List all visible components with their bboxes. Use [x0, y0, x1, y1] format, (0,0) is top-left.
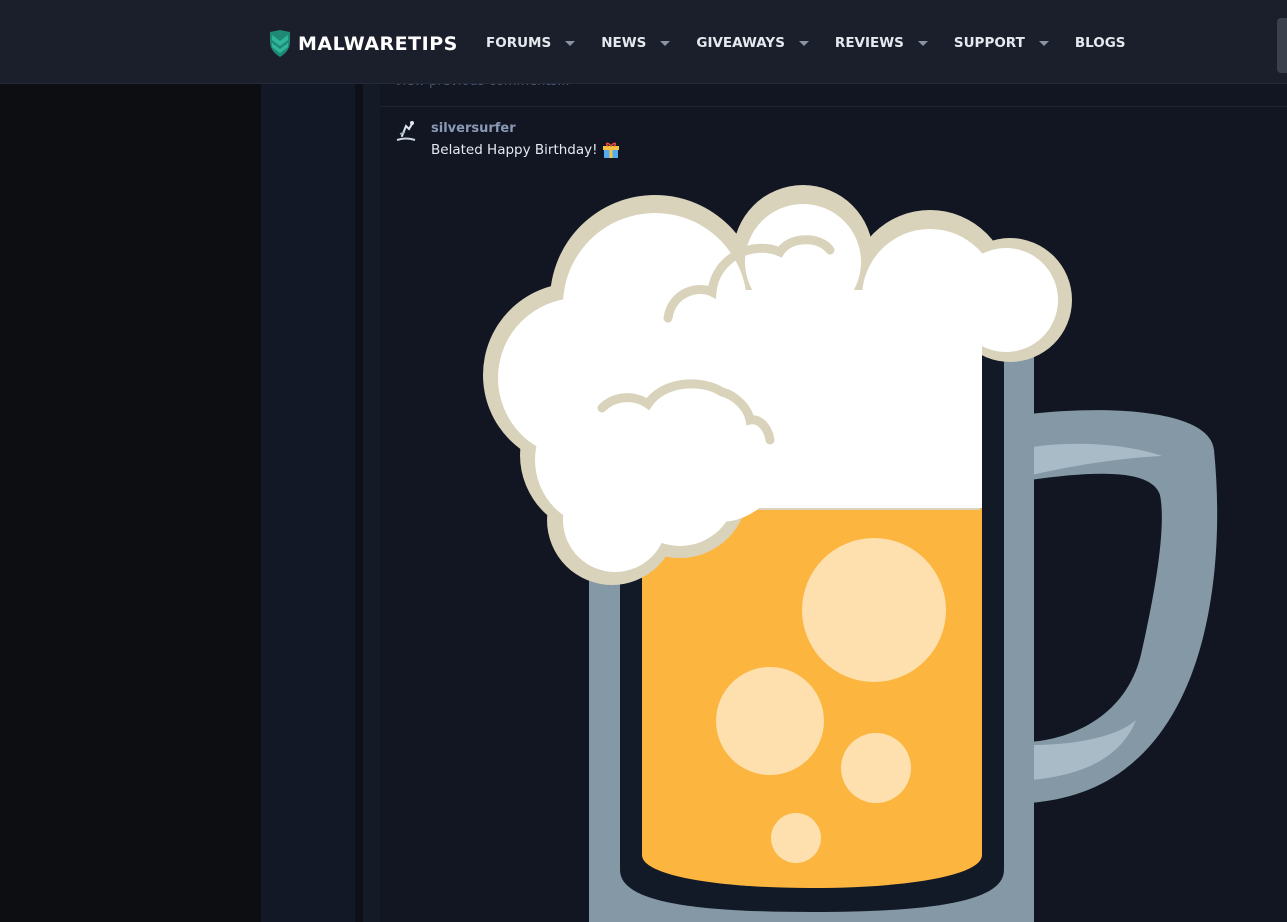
comment-body: Belated Happy Birthday!	[431, 141, 620, 158]
chevron-down-icon[interactable]	[660, 40, 671, 46]
nav-news[interactable]: NEWS	[601, 35, 671, 51]
chevron-down-icon[interactable]	[1038, 40, 1049, 46]
left-background	[0, 0, 261, 922]
gift-icon	[602, 142, 619, 158]
nav-giveaways[interactable]: GIVEAWAYS	[696, 35, 809, 51]
nav-blogs-label: BLOGS	[1074, 35, 1126, 51]
brand-name: MALWARETIPS	[298, 32, 458, 55]
column-divider	[355, 0, 363, 922]
site-header: MALWARETIPS FORUMS NEWS GIVEAWAYS REVIEW…	[0, 0, 1287, 84]
page: View previous comments... silversurfer B…	[0, 0, 1287, 922]
nav-forums[interactable]: FORUMS	[486, 35, 576, 51]
left-rail	[261, 0, 355, 922]
main-nav: FORUMS NEWS GIVEAWAYS REVIEWS SUPPORT BL…	[486, 33, 1126, 53]
chevron-down-icon[interactable]	[917, 40, 928, 46]
site-logo[interactable]: MALWARETIPS	[268, 30, 458, 57]
nav-reviews[interactable]: REVIEWS	[835, 35, 928, 51]
chevron-down-icon[interactable]	[565, 40, 576, 46]
beer-mug-icon	[483, 185, 1218, 922]
nav-blogs[interactable]: BLOGS	[1075, 35, 1126, 51]
shield-logo-icon	[270, 30, 290, 57]
column-divider-inner	[363, 0, 380, 922]
chevron-down-icon[interactable]	[798, 40, 809, 46]
comment-text: Belated Happy Birthday!	[431, 141, 598, 158]
comment-divider	[380, 106, 1287, 107]
nav-forums-label: FORUMS	[486, 35, 552, 51]
nav-news-label: NEWS	[601, 35, 647, 51]
scrollbar-thumb[interactable]	[1277, 18, 1287, 73]
nav-reviews-label: REVIEWS	[834, 35, 904, 51]
nav-support-label: SUPPORT	[953, 35, 1025, 51]
comment-username[interactable]: silversurfer	[431, 121, 516, 136]
nav-giveaways-label: GIVEAWAYS	[696, 35, 785, 51]
avatar[interactable]	[393, 118, 419, 144]
nav-support[interactable]: SUPPORT	[954, 35, 1049, 51]
